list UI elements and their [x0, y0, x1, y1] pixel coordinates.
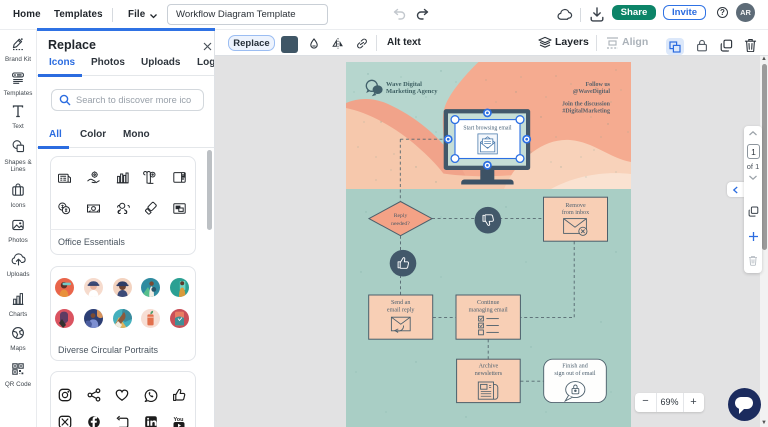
- svg-text:email reply: email reply: [386, 307, 415, 313]
- svg-text:@WaveDigital: @WaveDigital: [572, 89, 610, 95]
- svg-text:sign out of email: sign out of email: [554, 370, 595, 377]
- svg-text:Start browsing email: Start browsing email: [463, 125, 512, 131]
- svg-text:Finish and: Finish and: [562, 364, 588, 370]
- svg-text:Reply: Reply: [393, 213, 407, 219]
- svg-text:newsletters: newsletters: [474, 371, 502, 377]
- svg-text:needed?: needed?: [391, 221, 410, 227]
- svg-text:Join the discussion: Join the discussion: [561, 102, 610, 108]
- svg-text:Archive: Archive: [478, 364, 498, 370]
- svg-text:#DigitalMarketing: #DigitalMarketing: [562, 109, 610, 115]
- svg-text:Send an: Send an: [390, 300, 409, 306]
- svg-text:managing email: managing email: [468, 307, 507, 313]
- svg-text:Follow us: Follow us: [585, 82, 610, 88]
- svg-text:Wave Digital: Wave Digital: [386, 81, 422, 88]
- svg-text:Continue: Continue: [477, 300, 500, 306]
- svg-text:Remove: Remove: [565, 203, 586, 209]
- svg-text:from inbox: from inbox: [561, 209, 588, 216]
- svg-text:Marketing Agency: Marketing Agency: [386, 88, 438, 95]
